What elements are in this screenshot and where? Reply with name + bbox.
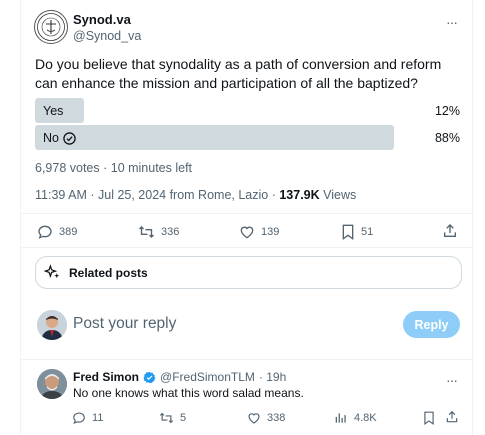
poll-option-label: No (43, 131, 59, 145)
reply-button[interactable]: Reply (403, 311, 460, 338)
views-icon (335, 413, 346, 423)
like-count: 139 (261, 226, 280, 238)
reply-reply-action[interactable]: 11 (72, 411, 103, 425)
poll-bar-no (35, 125, 394, 150)
reply-repost-action[interactable]: 5 (159, 411, 186, 425)
poll-percent-no: 88% (434, 131, 460, 145)
bookmark-icon (424, 411, 434, 425)
reply-author-name[interactable]: Fred Simon (73, 370, 139, 384)
post-detail-panel: Synod.va @Synod_va ··· Do you believe th… (20, 0, 473, 435)
reply-like-action[interactable]: 338 (247, 411, 285, 425)
related-posts-button[interactable]: Related posts (35, 256, 462, 289)
repost-action[interactable]: 336 (138, 224, 179, 240)
seal-logo-icon (37, 13, 65, 41)
reply-input[interactable]: Post your reply (73, 315, 176, 333)
reply-header: Fred Simon @FredSimonTLM · 19h (73, 370, 286, 384)
reply-icon (38, 225, 52, 239)
post-timestamp: 11:39 AM · Jul 25, 2024 from Rome, Lazio… (35, 188, 356, 202)
divider (21, 213, 472, 214)
check-circle-icon (63, 131, 76, 145)
author-handle[interactable]: @Synod_va (73, 29, 141, 43)
reply-like-count: 338 (267, 412, 286, 424)
related-posts-label: Related posts (69, 265, 148, 280)
like-icon (248, 413, 260, 424)
timestamp-text[interactable]: 11:39 AM · Jul 25, 2024 from Rome, Lazio… (35, 188, 279, 202)
reply-author-avatar-icon (37, 369, 67, 399)
divider (21, 247, 472, 248)
bookmark-count: 51 (361, 226, 374, 238)
share-icon (444, 224, 456, 237)
reply-views-count: 4.8K (354, 412, 377, 424)
user-avatar-icon (37, 310, 67, 340)
poll-option-no: No (43, 131, 76, 145)
bookmark-icon (342, 224, 354, 240)
user-avatar[interactable] (37, 310, 67, 340)
repost-icon (159, 412, 174, 424)
views-label: Views (319, 188, 357, 202)
views-count: 137.9K (279, 188, 320, 202)
poll-summary: 6,978 votes · 10 minutes left (35, 161, 193, 175)
poll-option-yes: Yes (43, 104, 63, 118)
bookmark-action[interactable]: 51 (341, 224, 373, 240)
verified-badge-icon (143, 371, 156, 383)
like-icon (240, 226, 254, 239)
reply-reply-count: 11 (92, 412, 104, 424)
sparkle-icon (44, 264, 60, 279)
post-text: Do you believe that synodality as a path… (35, 56, 442, 91)
reply-repost-count: 5 (180, 412, 187, 424)
reply-views-action[interactable]: 4.8K (334, 411, 377, 425)
reply-count: 389 (59, 226, 78, 238)
reply-author-avatar[interactable] (37, 369, 67, 399)
reply-time[interactable]: · 19h (259, 370, 286, 384)
divider (21, 359, 472, 360)
reply-more-icon[interactable]: ··· (446, 372, 458, 388)
reply-icon (73, 412, 85, 424)
poll-option-label: Yes (43, 104, 64, 118)
more-icon[interactable]: ··· (446, 14, 458, 30)
repost-icon (139, 226, 154, 238)
repost-count: 336 (161, 226, 180, 238)
reply-author-handle[interactable]: @FredSimonTLM (160, 370, 255, 384)
poll-percent-yes: 12% (434, 104, 460, 118)
share-icon (446, 410, 458, 423)
reply-bookmark-action[interactable] (423, 411, 435, 425)
reply-text: No one knows what this word salad means. (73, 386, 304, 400)
like-action[interactable]: 139 (239, 224, 279, 240)
author-avatar[interactable] (34, 10, 68, 44)
reply-share-action[interactable] (445, 410, 459, 424)
share-action[interactable] (442, 223, 458, 239)
reply-action[interactable]: 389 (37, 224, 77, 240)
author-name[interactable]: Synod.va (73, 12, 131, 27)
